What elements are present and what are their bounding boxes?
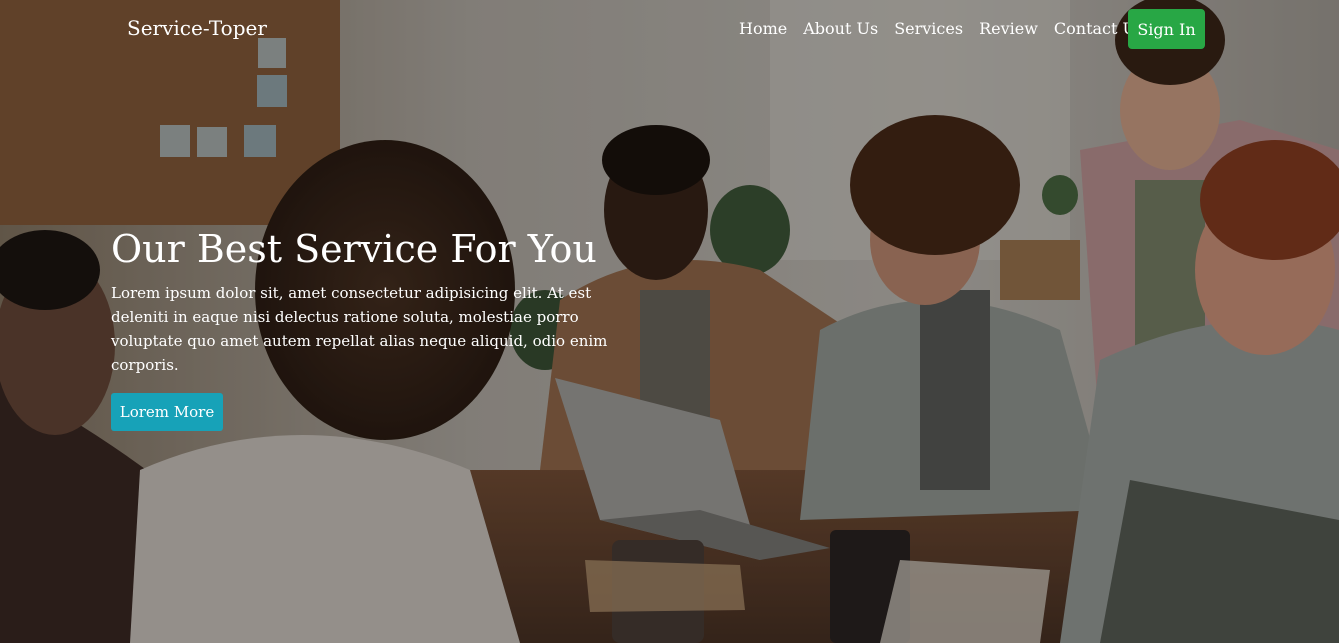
nav-links: Home About Us Services Review Contact Us [739, 19, 1144, 38]
hero-description: Lorem ipsum dolor sit, amet consectetur … [111, 284, 608, 374]
nav-link-about-us[interactable]: About Us [803, 19, 878, 38]
nav-link-review[interactable]: Review [979, 19, 1038, 38]
hero-title: Our Best Service For You [111, 227, 597, 271]
nav-link-services[interactable]: Services [894, 19, 963, 38]
navbar: Service-Toper Home About Us Services Rev… [0, 0, 1339, 58]
hero-section: Service-Toper Home About Us Services Rev… [0, 0, 1339, 643]
nav-link-home[interactable]: Home [739, 19, 787, 38]
lorem-more-button[interactable]: Lorem More [111, 393, 223, 431]
hero-content: Our Best Service For You Lorem ipsum dol… [111, 224, 651, 431]
brand-logo[interactable]: Service-Toper [127, 16, 267, 40]
sign-in-button[interactable]: Sign In [1128, 9, 1205, 49]
